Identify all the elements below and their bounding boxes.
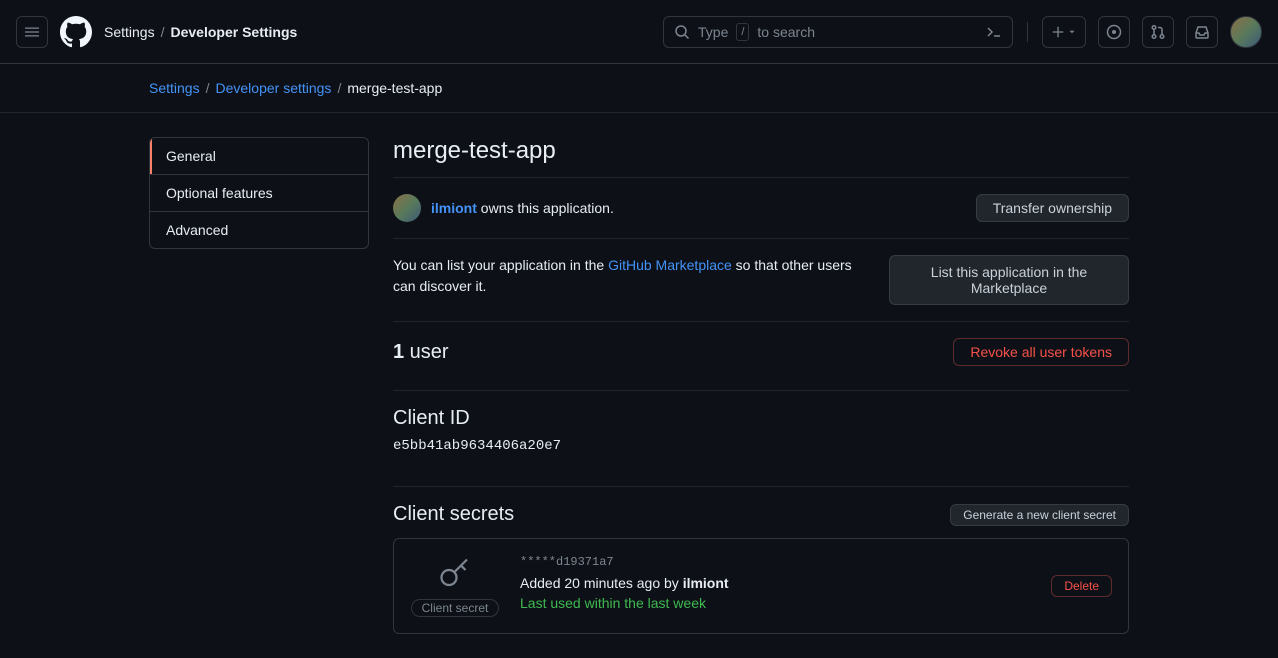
header-divider [1027,22,1028,42]
breadcrumb-current: merge-test-app [347,80,442,96]
secret-added-by: ilmiont [683,575,729,591]
caret-down-icon [1067,27,1077,37]
notifications-button[interactable] [1186,16,1218,48]
users-row: 1 user Revoke all user tokens [393,322,1129,390]
secret-masked-value: *****d19371a7 [520,555,1031,569]
pull-request-icon [1150,24,1166,40]
header-link-developer-settings[interactable]: Developer Settings [170,24,297,40]
search-slash-key: / [736,23,749,41]
client-id-heading: Client ID [393,391,1129,438]
user-avatar[interactable] [1230,16,1262,48]
owner-text: ilmiont owns this application. [431,200,614,216]
github-logo[interactable] [60,16,92,48]
search-prefix: Type [698,24,728,40]
client-secret-item: Client secret *****d19371a7 Added 20 min… [393,538,1129,634]
owner-link[interactable]: ilmiont [431,200,477,216]
app-title: merge-test-app [393,137,1129,165]
secret-info: *****d19371a7 Added 20 minutes ago by il… [520,555,1031,611]
client-secret-pill: Client secret [411,599,500,617]
header-sep: / [161,24,165,40]
sidebar-item-general[interactable]: General [150,138,368,175]
owner-suffix: owns this application. [477,200,614,216]
github-marketplace-link[interactable]: GitHub Marketplace [608,257,732,273]
main-content: merge-test-app ilmiont owns this applica… [393,137,1129,634]
client-id-value: e5bb41ab9634406a20e7 [393,438,1129,486]
client-secrets-header: Client secrets Generate a new client sec… [393,487,1129,538]
inbox-icon [1194,24,1210,40]
list-in-marketplace-button[interactable]: List this application in the Marketplace [889,255,1129,305]
sidebar-item-optional-features[interactable]: Optional features [150,175,368,212]
client-secrets-heading: Client secrets [393,503,514,526]
owner-row: ilmiont owns this application. Transfer … [393,178,1129,238]
search-input[interactable]: Type / to search [663,16,1013,48]
breadcrumb-settings[interactable]: Settings [149,80,200,96]
transfer-ownership-button[interactable]: Transfer ownership [976,194,1129,222]
plus-icon [1051,25,1065,39]
generate-new-client-secret-button[interactable]: Generate a new client secret [950,504,1129,526]
breadcrumb-sep: / [206,80,210,96]
sidebar-item-advanced[interactable]: Advanced [150,212,368,248]
issue-icon [1106,24,1122,40]
header-link-settings[interactable]: Settings [104,24,155,40]
header-context: Settings / Developer Settings [104,24,297,40]
breadcrumb-sep: / [337,80,341,96]
issues-button[interactable] [1098,16,1130,48]
breadcrumb-bar: Settings / Developer settings / merge-te… [0,64,1278,113]
command-palette-icon [986,24,1002,40]
global-header: Settings / Developer Settings Type / to … [0,0,1278,64]
github-mark-icon [60,16,92,48]
breadcrumb-developer-settings[interactable]: Developer settings [215,80,331,96]
secret-last-used: Last used within the last week [520,595,1031,611]
delete-secret-button[interactable]: Delete [1051,575,1112,597]
sidebar: GeneralOptional featuresAdvanced [149,137,369,634]
revoke-all-tokens-button[interactable]: Revoke all user tokens [953,338,1129,366]
secret-added-text: Added 20 minutes ago by ilmiont [520,575,1031,591]
hamburger-icon [24,24,40,40]
user-count: 1 user [393,341,449,364]
marketplace-text: You can list your application in the Git… [393,255,873,297]
marketplace-row: You can list your application in the Git… [393,239,1129,321]
key-icon [437,555,473,591]
search-icon [674,24,690,40]
create-new-button[interactable] [1042,16,1086,48]
search-suffix: to search [757,24,815,40]
secret-icon-column: Client secret [410,555,500,617]
hamburger-menu-button[interactable] [16,16,48,48]
pull-requests-button[interactable] [1142,16,1174,48]
owner-avatar[interactable] [393,194,421,222]
